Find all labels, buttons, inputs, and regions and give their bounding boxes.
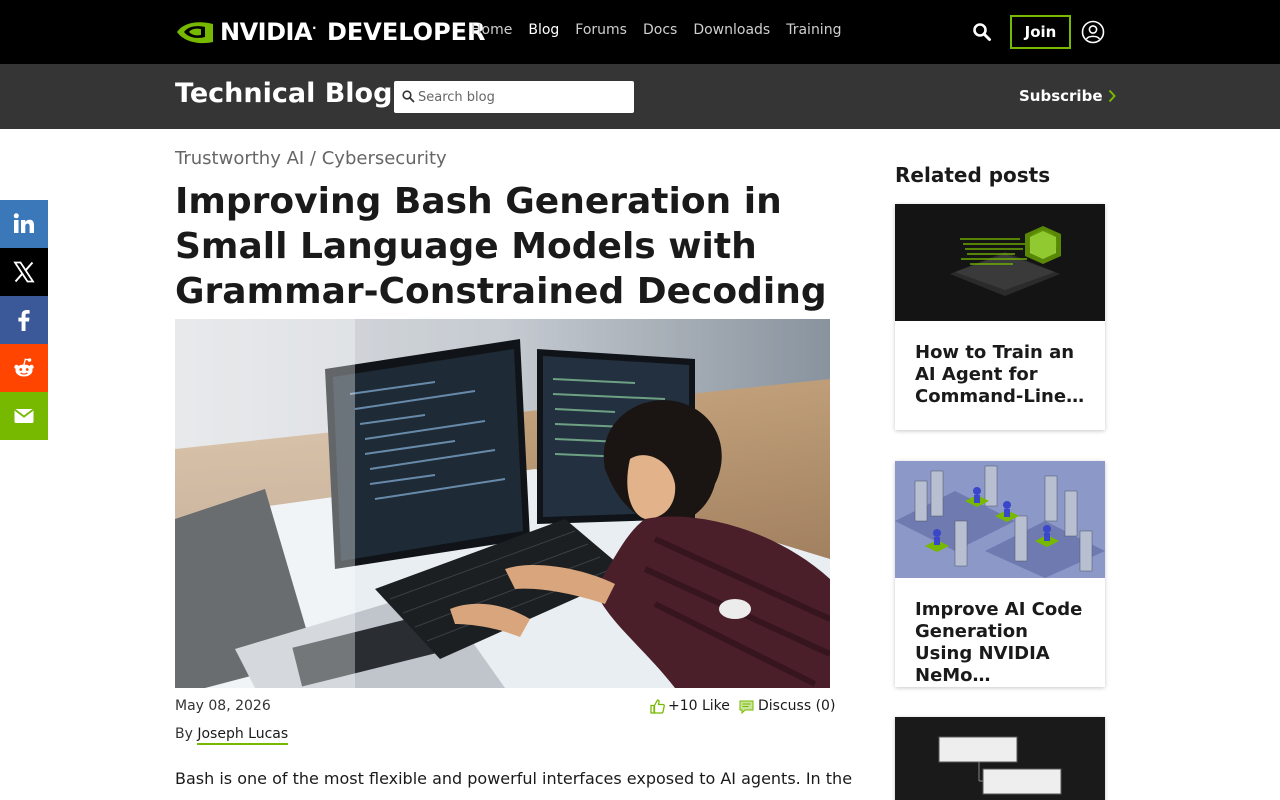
brand-name: NVIDIA xyxy=(220,18,313,46)
blog-title[interactable]: Technical Blog xyxy=(175,78,392,109)
thumbs-up-icon xyxy=(650,698,665,714)
linkedin-icon xyxy=(13,213,34,233)
like-button[interactable]: +10 Like xyxy=(650,698,730,714)
reddit-share-button[interactable] xyxy=(0,344,48,392)
nav-forums[interactable]: Forums xyxy=(575,22,627,38)
join-button[interactable]: Join xyxy=(1010,15,1071,49)
x-share-button[interactable] xyxy=(0,248,48,296)
blog-search xyxy=(394,81,634,113)
search-input[interactable] xyxy=(418,81,628,113)
nav-home[interactable]: Home xyxy=(471,22,512,38)
byline-prefix: By xyxy=(175,726,193,742)
nav-training[interactable]: Training xyxy=(786,22,841,38)
related-post-title: How to Train an AI Agent for Command-Lin… xyxy=(915,342,1085,407)
search-icon xyxy=(402,90,415,103)
breadcrumb-separator: / xyxy=(304,148,322,169)
user-account-icon[interactable] xyxy=(1081,20,1105,44)
brand-sub: DEVELOPER xyxy=(326,18,486,46)
article-intro: Bash is one of the most flexible and pow… xyxy=(175,769,853,788)
related-post-card[interactable] xyxy=(895,717,1105,800)
nvidia-developer-logo[interactable]: NVIDIA. DEVELOPER xyxy=(175,17,486,47)
breadcrumb-cybersecurity[interactable]: Cybersecurity xyxy=(322,148,447,169)
discuss-link[interactable]: Discuss (0) xyxy=(739,698,835,714)
article-hero-image xyxy=(175,319,830,688)
nav-downloads[interactable]: Downloads xyxy=(693,22,770,38)
reddit-icon xyxy=(14,358,34,377)
top-navigation: NVIDIA. DEVELOPER Home Blog Forums Docs … xyxy=(0,0,1280,64)
related-post-thumbnail xyxy=(895,717,1105,800)
publish-date: May 08, 2026 xyxy=(175,698,271,714)
envelope-icon xyxy=(14,408,34,423)
nav-blog[interactable]: Blog xyxy=(528,22,559,38)
author-byline: By Joseph Lucas xyxy=(175,726,289,745)
chevron-right-icon xyxy=(1108,89,1116,103)
related-posts-heading: Related posts xyxy=(895,163,1051,187)
share-bar xyxy=(0,200,48,440)
blog-subheader: Technical Blog Subscribe xyxy=(0,64,1280,129)
related-post-thumbnail xyxy=(895,204,1105,321)
comment-icon xyxy=(739,700,754,714)
related-post-title: Improve AI Code Generation Using NVIDIA … xyxy=(915,599,1083,686)
search-icon[interactable] xyxy=(972,22,992,42)
related-post-thumbnail xyxy=(895,461,1105,578)
breadcrumb-trustworthy-ai[interactable]: Trustworthy AI xyxy=(175,148,304,169)
facebook-icon xyxy=(18,310,30,331)
linkedin-share-button[interactable] xyxy=(0,200,48,248)
like-count: +10 Like xyxy=(668,698,730,714)
author-link[interactable]: Joseph Lucas xyxy=(197,726,289,745)
nvidia-eye-icon xyxy=(177,22,213,44)
x-logo-icon xyxy=(13,261,35,283)
subscribe-link[interactable]: Subscribe xyxy=(1019,87,1116,105)
main-menu: Home Blog Forums Docs Downloads Training xyxy=(463,22,849,38)
subscribe-label: Subscribe xyxy=(1019,87,1103,105)
article-title: Improving Bash Generation in Small Langu… xyxy=(175,181,827,312)
related-post-card[interactable]: How to Train an AI Agent for Command-Lin… xyxy=(895,204,1105,430)
nav-docs[interactable]: Docs xyxy=(643,22,677,38)
email-share-button[interactable] xyxy=(0,392,48,440)
facebook-share-button[interactable] xyxy=(0,296,48,344)
discuss-count: Discuss (0) xyxy=(758,698,836,714)
breadcrumb: Trustworthy AI / Cybersecurity xyxy=(175,148,447,169)
related-post-card[interactable]: Improve AI Code Generation Using NVIDIA … xyxy=(895,461,1105,687)
